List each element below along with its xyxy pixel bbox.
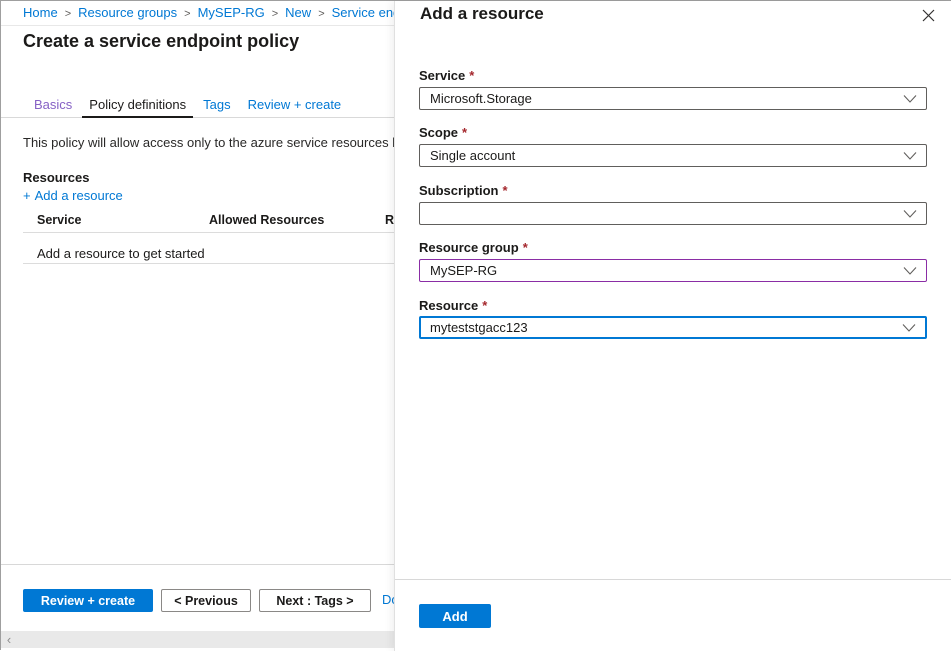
- policy-description: This policy will allow access only to th…: [23, 135, 394, 150]
- resource-group-dropdown[interactable]: MySEP-RG: [419, 259, 927, 282]
- previous-button[interactable]: < Previous: [161, 589, 251, 612]
- subscription-dropdown[interactable]: [419, 202, 927, 225]
- breadcrumb-separator-icon: >: [184, 8, 190, 20]
- close-icon-glyph: [922, 9, 935, 22]
- create-policy-page: Home > Resource groups > MySEP-RG > New > Servic…: [1, 1, 394, 651]
- panel-title: Add a resource: [420, 4, 544, 24]
- chevron-down-icon: [903, 94, 917, 103]
- close-icon[interactable]: [919, 6, 937, 24]
- label-text: Subscription: [419, 183, 498, 198]
- breadcrumb-mysep-rg[interactable]: MySEP-RG: [198, 5, 265, 20]
- chevron-down-icon: [903, 266, 917, 275]
- service-dropdown-value: Microsoft.Storage: [430, 91, 532, 106]
- required-asterisk: *: [462, 125, 467, 140]
- tab-tags[interactable]: Tags: [196, 91, 237, 117]
- breadcrumb-resource-groups[interactable]: Resource groups: [78, 5, 177, 20]
- label-text: Service: [419, 68, 465, 83]
- scope-dropdown-value: Single account: [430, 148, 515, 163]
- required-asterisk: *: [523, 240, 528, 255]
- next-tags-button[interactable]: Next : Tags >: [259, 589, 371, 612]
- breadcrumb-new[interactable]: New: [285, 5, 311, 20]
- tab-review-create[interactable]: Review + create: [241, 91, 349, 117]
- resource-dropdown[interactable]: myteststgacc123: [419, 316, 927, 339]
- plus-icon: +: [23, 188, 31, 203]
- subscription-field-label: Subscription *: [419, 183, 508, 198]
- column-header-truncated: Re: [385, 213, 394, 227]
- table-row-divider: [23, 263, 394, 264]
- breadcrumb-service-endpoint[interactable]: Service endpoi: [332, 5, 394, 20]
- wizard-tabs: Basics Policy definitions Tags Review + …: [1, 91, 394, 118]
- breadcrumb: Home > Resource groups > MySEP-RG > New > Servic…: [1, 1, 394, 26]
- service-dropdown[interactable]: Microsoft.Storage: [419, 87, 927, 110]
- label-text: Scope: [419, 125, 458, 140]
- footer-divider: [1, 564, 394, 565]
- resource-dropdown-value: myteststgacc123: [430, 320, 528, 335]
- resource-field-label: Resource *: [419, 298, 487, 313]
- breadcrumb-home[interactable]: Home: [23, 5, 58, 20]
- scrollbar-left-arrow-icon[interactable]: ‹: [1, 631, 17, 648]
- chevron-down-icon: [903, 209, 917, 218]
- tab-basics[interactable]: Basics: [27, 91, 79, 117]
- horizontal-scrollbar[interactable]: ‹: [1, 631, 394, 648]
- table-header-divider: [23, 232, 394, 233]
- review-create-button[interactable]: Review + create: [23, 589, 153, 612]
- window-frame: Home > Resource groups > MySEP-RG > New > Servic…: [0, 0, 951, 650]
- wizard-footer: Review + create < Previous Next : Tags >…: [1, 589, 394, 613]
- table-empty-message: Add a resource to get started: [37, 246, 205, 261]
- page-title: Create a service endpoint policy: [23, 31, 299, 52]
- label-text: Resource group: [419, 240, 519, 255]
- service-field-label: Service *: [419, 68, 474, 83]
- download-template-link[interactable]: Do: [382, 592, 394, 607]
- chevron-down-icon: [902, 323, 916, 332]
- tab-policy-definitions[interactable]: Policy definitions: [82, 91, 193, 117]
- column-header-allowed-resources: Allowed Resources: [209, 213, 324, 227]
- scope-dropdown[interactable]: Single account: [419, 144, 927, 167]
- resources-table-header-row: Service Allowed Resources Re: [1, 213, 394, 229]
- resource-group-field-label: Resource group *: [419, 240, 528, 255]
- required-asterisk: *: [482, 298, 487, 313]
- resources-heading: Resources: [23, 170, 89, 185]
- resource-group-dropdown-value: MySEP-RG: [430, 263, 497, 278]
- breadcrumb-separator-icon: >: [272, 8, 278, 20]
- add-resource-link[interactable]: + Add a resource: [23, 188, 123, 203]
- required-asterisk: *: [469, 68, 474, 83]
- column-header-service: Service: [37, 213, 81, 227]
- label-text: Resource: [419, 298, 478, 313]
- scope-field-label: Scope *: [419, 125, 467, 140]
- required-asterisk: *: [502, 183, 507, 198]
- panel-footer-divider: [395, 579, 951, 580]
- add-resource-link-label: Add a resource: [35, 188, 123, 203]
- add-button[interactable]: Add: [419, 604, 491, 628]
- chevron-down-icon: [903, 151, 917, 160]
- breadcrumb-separator-icon: >: [318, 8, 324, 20]
- add-resource-panel: Add a resource Service * Microsoft.Storag…: [394, 1, 951, 651]
- breadcrumb-separator-icon: >: [65, 8, 71, 20]
